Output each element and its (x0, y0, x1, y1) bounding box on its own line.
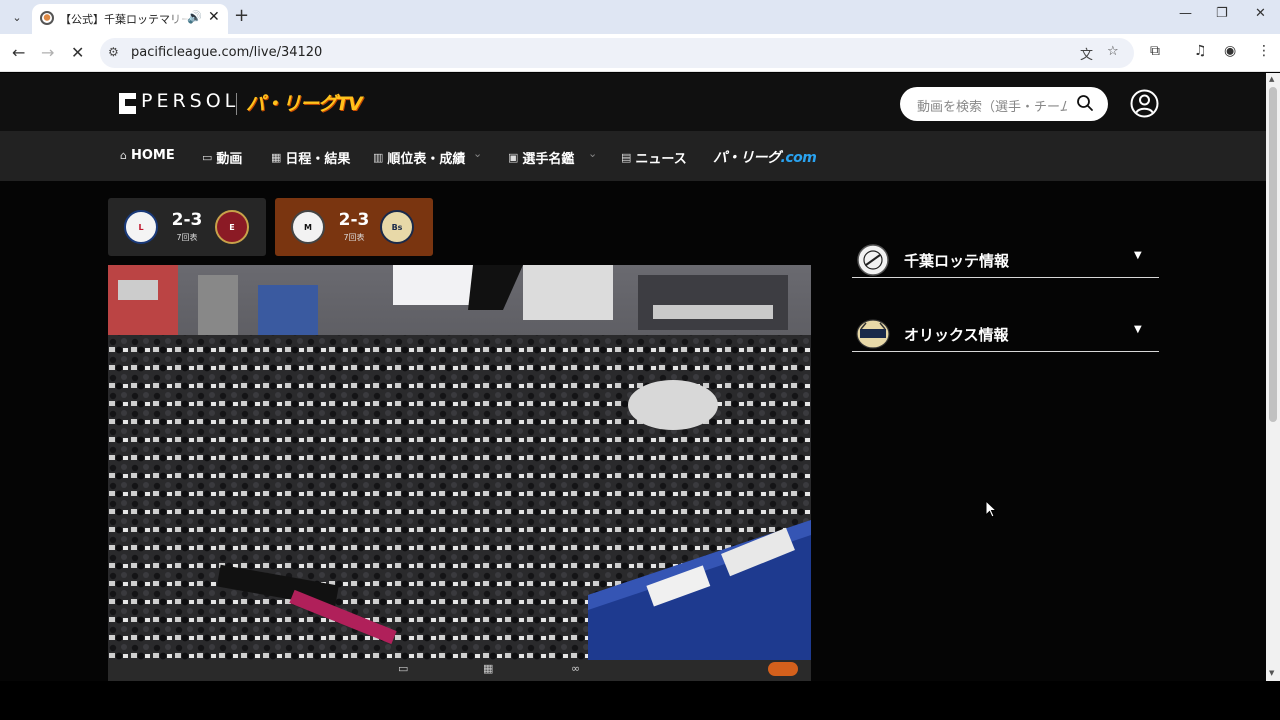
tab-title: 【公式】千葉ロッテマリーンズ (60, 13, 190, 26)
translate-icon[interactable]: 文 (1080, 44, 1093, 63)
screen: ⌄ 【公式】千葉ロッテマリーンズ 🔊 ✕ + — ❐ ✕ ← → ✕ ⚙ pac… (0, 0, 1280, 720)
lions-logo-icon: L (124, 210, 158, 244)
calendar-icon: ▦ (271, 151, 282, 164)
main-navigation: ⌂ HOME ▭ 動画 ▦ 日程・結果 ▥ 順位表・成績 ⌄ ▣ 選手名鑑 ⌄ (0, 131, 1266, 181)
address-bar[interactable]: ⚙ pacificleague.com/live/34120 文 ☆ (100, 38, 1134, 68)
game-card-lions-eagles[interactable]: L 2-3 7回表 E (108, 198, 266, 256)
video-control-icon[interactable]: ▭ (398, 662, 408, 675)
page-scrollbar[interactable]: ▲ ▼ (1266, 73, 1280, 681)
nav-players[interactable]: ▣ 選手名鑑 (508, 148, 574, 167)
game-score: 2-3 (338, 210, 370, 230)
site-info-icon[interactable]: ⚙ (108, 45, 119, 59)
nav-schedule[interactable]: ▦ 日程・結果 (271, 148, 350, 167)
speaker-icon[interactable]: 🔊 (187, 10, 202, 24)
marines-logo-icon: M (291, 210, 325, 244)
live-video-player[interactable] (108, 265, 811, 660)
scroll-up-icon[interactable]: ▲ (1269, 75, 1274, 83)
user-account-icon[interactable] (1130, 89, 1159, 118)
persol-logo-icon[interactable] (119, 93, 136, 114)
minimize-icon[interactable]: — (1179, 6, 1192, 21)
back-arrow-icon[interactable]: ← (12, 43, 25, 62)
profile-icon[interactable]: ◉ (1224, 43, 1236, 59)
scroll-thumb[interactable] (1269, 87, 1277, 422)
logo-divider (236, 93, 237, 115)
bookmark-star-icon[interactable]: ☆ (1107, 44, 1119, 59)
home-icon: ⌂ (120, 149, 127, 162)
video-search-input[interactable]: 動画を検索（選手・チーム名） (900, 87, 1108, 121)
media-controls-icon[interactable]: ♫ (1194, 43, 1207, 59)
video-icon: ▭ (202, 151, 213, 164)
live-badge[interactable] (768, 662, 798, 676)
persol-logo-text[interactable]: PERSOL (141, 90, 239, 112)
close-window-icon[interactable]: ✕ (1255, 6, 1266, 21)
stop-loading-icon[interactable]: ✕ (71, 43, 84, 62)
pacific-league-tv-logo[interactable]: パ・リーグTV (246, 89, 363, 116)
calendar-icon[interactable]: ▦ (483, 662, 493, 675)
users-icon[interactable]: ∞ (571, 662, 580, 675)
menu-kebab-icon[interactable]: ⋮ (1257, 43, 1271, 59)
player-card-icon: ▣ (508, 151, 519, 164)
search-icon[interactable] (1076, 94, 1094, 112)
close-tab-icon[interactable]: ✕ (208, 9, 220, 25)
chevron-down-icon[interactable]: ⌄ (588, 147, 597, 160)
url-text[interactable]: pacificleague.com/live/34120 (131, 45, 322, 60)
restore-icon[interactable]: ❐ (1216, 6, 1228, 21)
nav-home[interactable]: ⌂ HOME (120, 148, 175, 163)
pl-com-suffix: .com (780, 150, 817, 166)
nav-news-label: ニュース (635, 152, 687, 167)
buffaloes-logo-icon (856, 319, 890, 349)
browser-toolbar: ← → ✕ ⚙ pacificleague.com/live/34120 文 ☆… (0, 34, 1280, 72)
pl-com-main: パ・リーグ (713, 150, 781, 166)
video-controls-bar: ▭ ▦ ∞ (108, 660, 811, 681)
stadium-crowd-image (108, 265, 811, 660)
nav-standings-label: 順位表・成績 (387, 152, 466, 167)
nav-news[interactable]: ▤ ニュース (621, 148, 687, 167)
bar-chart-icon: ▥ (373, 151, 384, 164)
game-inning: 7回表 (176, 233, 198, 242)
marines-info-title: 千葉ロッテ情報 (904, 252, 1010, 270)
mouse-cursor-icon (985, 500, 997, 518)
pacificleague-com-link[interactable]: パ・リーグ.com (713, 147, 817, 167)
buffaloes-info-title: オリックス情報 (904, 326, 1009, 344)
nav-videos[interactable]: ▭ 動画 (202, 148, 242, 167)
nav-home-label: HOME (130, 148, 175, 163)
browser-tabstrip: ⌄ 【公式】千葉ロッテマリーンズ 🔊 ✕ + — ❐ ✕ (0, 0, 1280, 34)
forward-arrow-icon[interactable]: → (41, 43, 54, 62)
search-placeholder: 動画を検索（選手・チーム名） (917, 100, 1067, 115)
buffaloes-info-panel[interactable]: オリックス情報 ▼ (852, 316, 1159, 352)
pacific-league-page: PERSOL パ・リーグTV 動画を検索（選手・チーム名） ⌂ HOME (0, 73, 1266, 681)
eagles-logo-icon: E (215, 210, 249, 244)
site-header: PERSOL パ・リーグTV 動画を検索（選手・チーム名） (0, 73, 1266, 131)
game-card-marines-buffaloes[interactable]: M 2-3 7回表 Bs (275, 198, 433, 256)
buffaloes-logo-icon: Bs (380, 210, 414, 244)
nav-players-label: 選手名鑑 (522, 152, 575, 167)
newspaper-icon: ▤ (621, 151, 632, 164)
favicon-icon (40, 11, 54, 25)
chevron-down-icon[interactable]: ⌄ (473, 147, 482, 160)
scroll-down-icon[interactable]: ▼ (1269, 669, 1274, 677)
chevron-down-icon[interactable]: ▼ (1134, 324, 1142, 335)
game-score: 2-3 (171, 210, 203, 230)
black-bottom-bar (0, 681, 1280, 720)
nav-schedule-label: 日程・結果 (285, 152, 351, 167)
nav-standings[interactable]: ▥ 順位表・成績 (373, 148, 465, 167)
chevron-down-icon[interactable]: ▼ (1134, 250, 1142, 261)
tab-list-chevron-icon[interactable]: ⌄ (6, 7, 28, 27)
marines-logo-icon (857, 244, 889, 276)
new-tab-icon[interactable]: + (234, 5, 249, 26)
nav-videos-label: 動画 (216, 152, 243, 167)
browser-tab-active[interactable]: 【公式】千葉ロッテマリーンズ 🔊 ✕ (32, 4, 228, 34)
game-inning: 7回表 (343, 233, 365, 242)
marines-info-panel[interactable]: 千葉ロッテ情報 ▼ (852, 242, 1159, 278)
extensions-icon[interactable]: ⧉ (1150, 43, 1160, 59)
